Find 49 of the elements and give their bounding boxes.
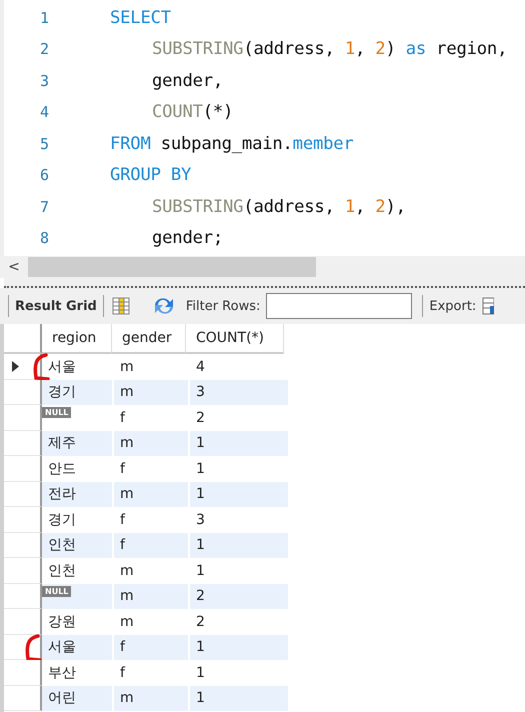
line-number: 1 [40, 8, 50, 27]
line-number: 6 [40, 166, 50, 184]
line-number: 7 [40, 198, 50, 216]
null-badge: NULL [42, 586, 72, 596]
line-number: 5 [40, 134, 50, 153]
table-cell: f [114, 634, 188, 660]
code-line: GROUP BY [110, 165, 192, 186]
scroll-left-button[interactable]: < [0, 259, 28, 275]
line-number: 2 [40, 40, 50, 58]
table-cell: 2 [190, 584, 288, 609]
table-cell: f [114, 532, 188, 558]
code-line: SUBSTRING(address, 1, 2), [152, 196, 406, 217]
row-selector[interactable] [4, 354, 42, 380]
export-label: Export: [429, 298, 476, 314]
table-cell: 1 [190, 686, 288, 711]
code-line: gender, [152, 70, 224, 91]
table-cell: 1 [190, 430, 288, 456]
code-line: COUNT(*) [152, 102, 234, 122]
code-line: FROM subpang_main.member [110, 134, 354, 154]
table-cell: m [114, 686, 188, 711]
columns-icon[interactable] [112, 297, 130, 315]
line-number: 3 [40, 72, 50, 90]
code-line: SELECT [110, 8, 171, 28]
code-line: SUBSTRING(address, 1, 2) as region, [152, 39, 508, 60]
table-cell: 서울 [42, 634, 112, 660]
filter-rows-label: Filter Rows: [186, 298, 260, 314]
table-cell: m [114, 482, 188, 507]
table-cell: 어린 [42, 686, 112, 711]
table-cell: 1 [190, 482, 288, 507]
line-number: 8 [40, 229, 50, 248]
null-badge: NULL [42, 407, 72, 418]
table-cell: 1 [190, 532, 288, 558]
result-grid-label: Result Grid [15, 298, 97, 314]
table-cell: 1 [190, 634, 288, 660]
table-cell: 3 [190, 380, 288, 405]
export-icon[interactable] [482, 296, 494, 316]
splitter-handle[interactable] [4, 278, 525, 288]
table-cell: m [114, 584, 188, 609]
code-line: gender; [152, 228, 224, 248]
table-cell: 경기 [42, 380, 112, 405]
scrollbar-thumb[interactable] [28, 257, 316, 277]
line-number: 4 [40, 103, 50, 122]
table-cell: m [114, 380, 188, 405]
table-cell: 인천 [42, 532, 112, 558]
filter-rows-field[interactable] [266, 293, 412, 319]
table-cell: 제주 [42, 430, 112, 456]
table-cell: m [114, 430, 188, 456]
table-cell: 전라 [42, 482, 112, 507]
current-row-icon [12, 360, 19, 372]
